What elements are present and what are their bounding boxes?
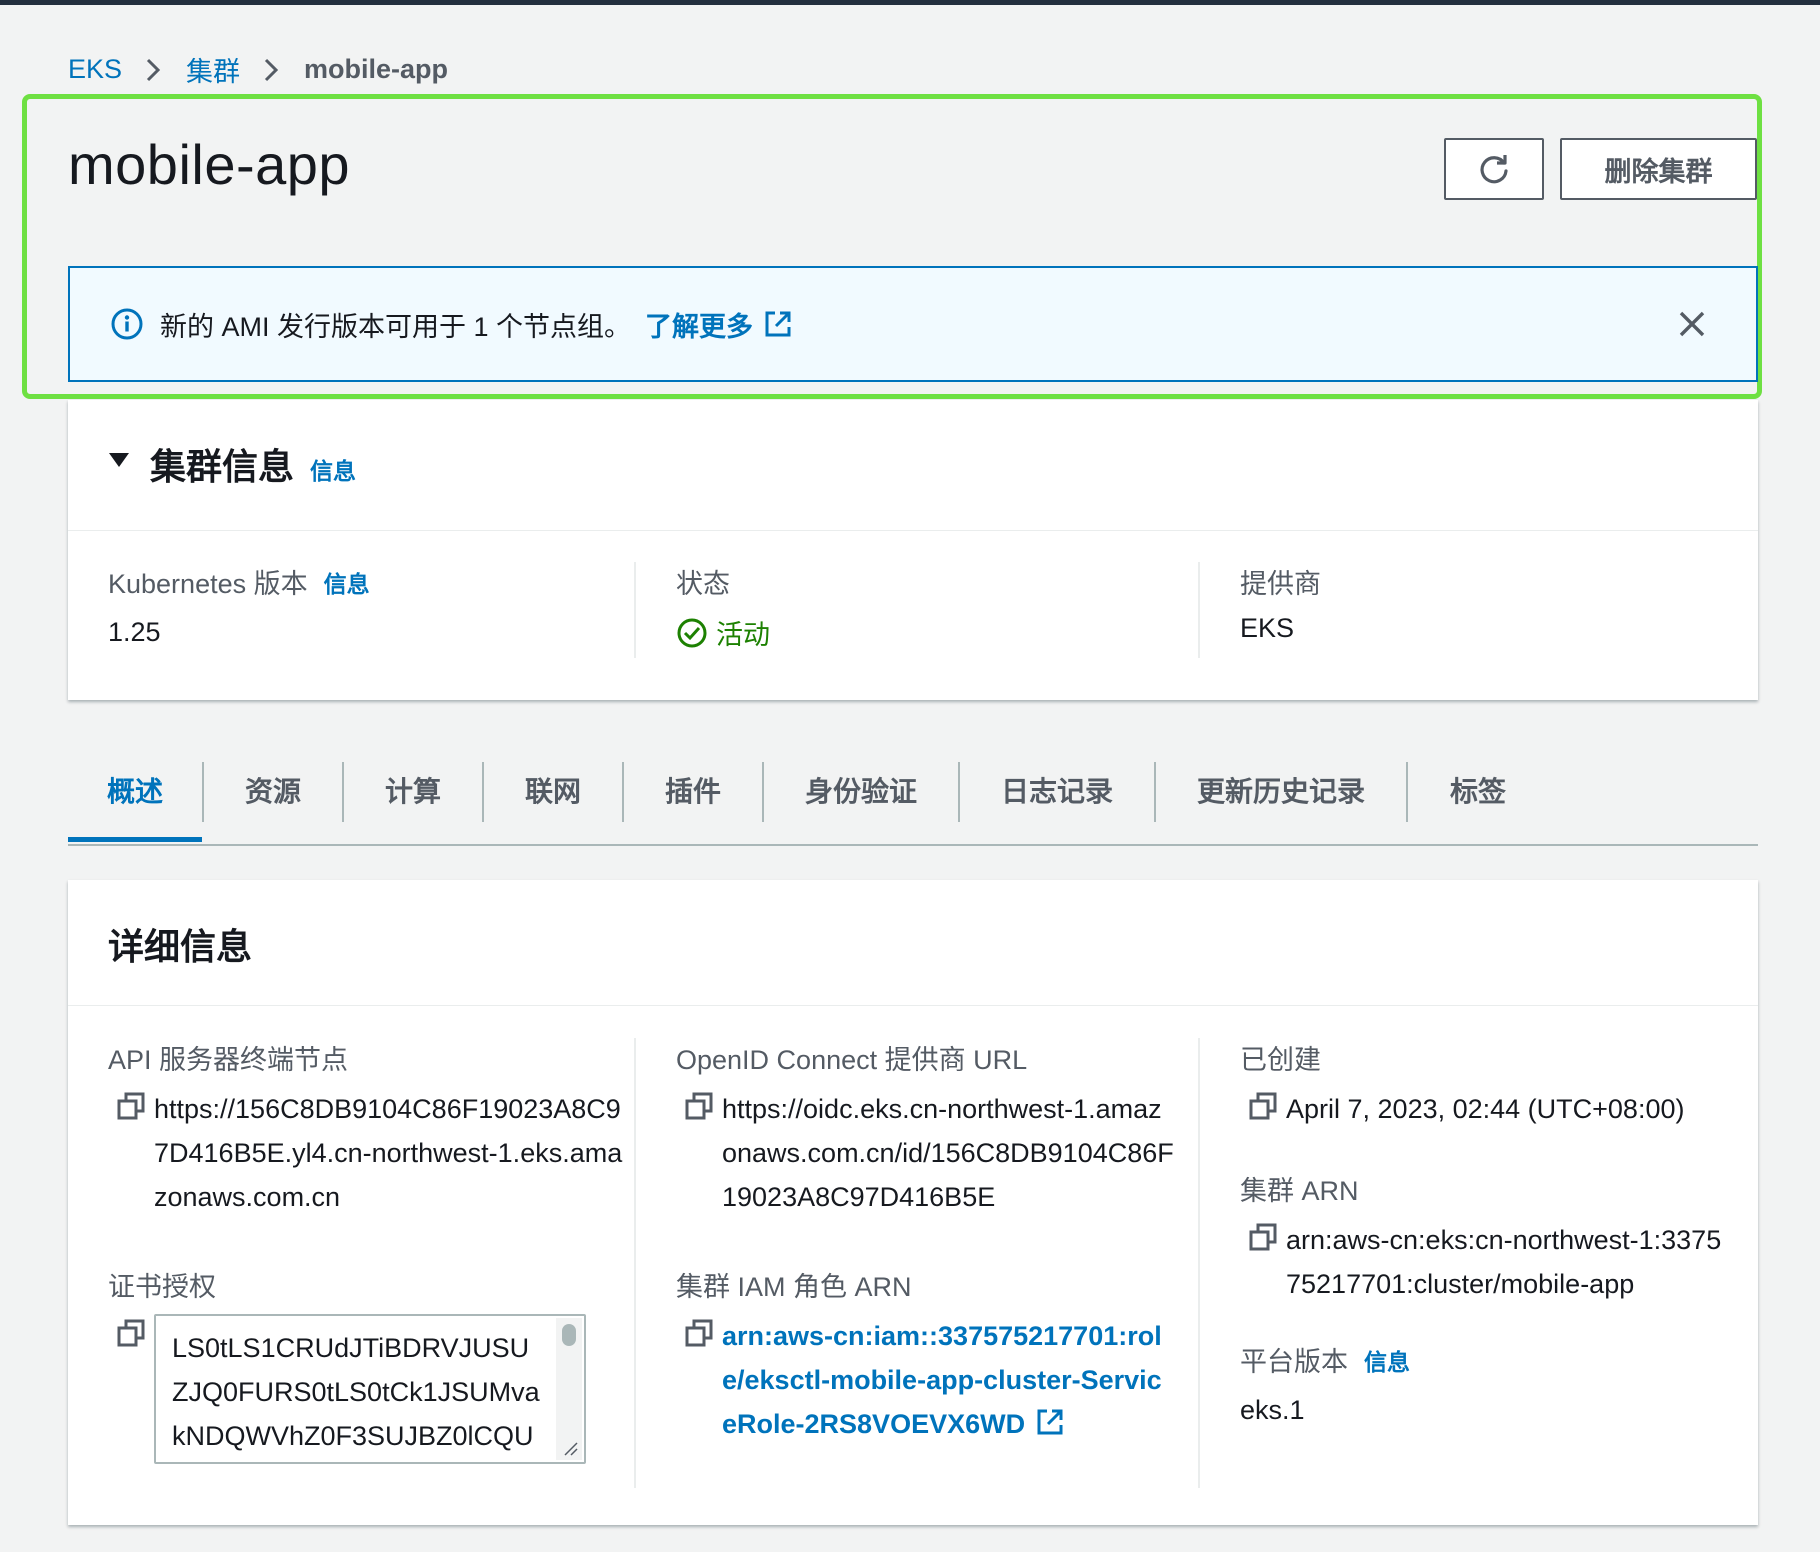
oidc-url-row: https://oidc.eks.cn-northwest-1.amazonaw… <box>676 1087 1174 1219</box>
cluster-arn-label: 集群 ARN <box>1240 1176 1359 1206</box>
copy-icon[interactable] <box>1248 1091 1278 1121</box>
api-endpoint-row: https://156C8DB9104C86F19023A8C97D416B5E… <box>108 1087 634 1219</box>
api-endpoint-value: https://156C8DB9104C86F19023A8C97D416B5E… <box>154 1087 634 1219</box>
tab-logging[interactable]: 日志记录 <box>960 740 1154 840</box>
platform-version-label: 平台版本 <box>1240 1347 1348 1377</box>
provider-value: EKS <box>1240 613 1295 643</box>
tab-compute[interactable]: 计算 <box>344 740 482 840</box>
details-title: 详细信息 <box>108 926 253 967</box>
details-column-1: API 服务器终端节点 https://156C8DB9104C86F19023… <box>68 1038 634 1488</box>
status-text: 活动 <box>716 620 770 650</box>
copy-icon[interactable] <box>684 1318 714 1348</box>
cluster-info-fields: Kubernetes 版本 信息 1.25 状态 活动 提供商 EKS <box>68 562 1758 672</box>
copy-icon[interactable] <box>116 1318 146 1348</box>
api-endpoint-label: API 服务器终端节点 <box>108 1045 349 1075</box>
provider-label: 提供商 <box>1240 569 1321 599</box>
top-bar <box>0 0 1820 5</box>
oidc-url-label: OpenID Connect 提供商 URL <box>676 1045 1028 1075</box>
details-column-3: 已创建 April 7, 2023, 02:44 (UTC+08:00) 集群 … <box>1198 1038 1758 1488</box>
kubernetes-version-info-link[interactable]: 信息 <box>324 565 370 599</box>
cluster-info-header[interactable]: 集群信息 信息 <box>68 400 1758 531</box>
oidc-url-value: https://oidc.eks.cn-northwest-1.amazonaw… <box>722 1094 1174 1212</box>
created-label: 已创建 <box>1240 1045 1321 1075</box>
status-label: 状态 <box>676 569 730 599</box>
tab-add-ons[interactable]: 插件 <box>624 740 762 840</box>
page-title: mobile-app <box>68 133 351 196</box>
learn-more-label: 了解更多 <box>645 311 754 342</box>
refresh-button[interactable] <box>1444 138 1544 200</box>
certificate-authority-row: LS0tLS1CRUdJTiBDRVJUSUZJQ0FURS0tLS0tCk1J… <box>108 1314 634 1464</box>
chevron-right-icon <box>146 58 161 81</box>
kubernetes-version-field: Kubernetes 版本 信息 1.25 <box>68 562 634 672</box>
breadcrumb-eks[interactable]: EKS <box>68 54 122 85</box>
iam-role-arn-row: arn:aws-cn:iam::337575217701:role/eksctl… <box>676 1314 1174 1446</box>
breadcrumb-clusters[interactable]: 集群 <box>186 50 240 89</box>
details-header: 详细信息 <box>68 880 1758 1006</box>
details-fields: API 服务器终端节点 https://156C8DB9104C86F19023… <box>68 1038 1758 1488</box>
platform-version-value: eks.1 <box>1240 1395 1305 1425</box>
chevron-right-icon <box>264 58 279 81</box>
details-column-2: OpenID Connect 提供商 URL https://oidc.eks.… <box>634 1038 1198 1488</box>
cluster-info-panel: 集群信息 信息 Kubernetes 版本 信息 1.25 状态 活动 提供商 … <box>68 400 1758 700</box>
delete-cluster-button[interactable]: 删除集群 <box>1560 138 1757 200</box>
ami-update-notification: 新的 AMI 发行版本可用于 1 个节点组。 了解更多 <box>68 266 1758 382</box>
iam-role-arn-text: arn:aws-cn:iam::337575217701:role/eksctl… <box>722 1321 1162 1439</box>
refresh-icon <box>1480 155 1508 184</box>
external-link-icon <box>1037 1409 1063 1435</box>
cluster-tabs: 概述 资源 计算 联网 插件 身份验证 日志记录 更新历史记录 标签 <box>68 740 1758 846</box>
learn-more-link[interactable]: 了解更多 <box>645 305 793 344</box>
close-icon[interactable] <box>1672 304 1712 344</box>
scrollbar[interactable] <box>556 1318 582 1460</box>
tab-overview[interactable]: 概述 <box>68 740 202 842</box>
notification-message: 新的 AMI 发行版本可用于 1 个节点组。 <box>160 311 632 342</box>
platform-version-header: 平台版本 信息 <box>1240 1340 1734 1379</box>
copy-icon[interactable] <box>116 1091 146 1121</box>
certificate-authority-value: LS0tLS1CRUdJTiBDRVJUSUZJQ0FURS0tLS0tCk1J… <box>172 1333 540 1451</box>
cluster-info-title: 集群信息 <box>150 446 295 487</box>
resize-handle-icon[interactable] <box>562 1440 578 1456</box>
copy-icon[interactable] <box>1248 1222 1278 1252</box>
platform-version-info-link[interactable]: 信息 <box>1364 1343 1410 1377</box>
provider-field: 提供商 EKS <box>1198 562 1758 658</box>
copy-icon[interactable] <box>684 1091 714 1121</box>
iam-role-arn-link[interactable]: arn:aws-cn:iam::337575217701:role/eksctl… <box>722 1314 1174 1446</box>
tab-networking[interactable]: 联网 <box>484 740 622 840</box>
kubernetes-version-value: 1.25 <box>108 617 161 647</box>
tab-resources[interactable]: 资源 <box>204 740 342 840</box>
scrollbar-thumb[interactable] <box>562 1324 576 1346</box>
caret-down-icon[interactable] <box>108 450 130 470</box>
certificate-authority-textarea[interactable]: LS0tLS1CRUdJTiBDRVJUSUZJQ0FURS0tLS0tCk1J… <box>154 1314 586 1464</box>
api-endpoint-text: https://156C8DB9104C86F19023A8C97D416B5E… <box>154 1094 623 1212</box>
tab-update-history[interactable]: 更新历史记录 <box>1156 740 1406 840</box>
cluster-arn-value: arn:aws-cn:eks:cn-northwest-1:3375752177… <box>1286 1225 1722 1299</box>
cluster-info-info-link[interactable]: 信息 <box>310 452 356 486</box>
iam-role-arn-label: 集群 IAM 角色 ARN <box>676 1272 912 1302</box>
tab-tags[interactable]: 标签 <box>1408 740 1548 840</box>
status-value: 活动 <box>676 613 1198 652</box>
info-icon <box>111 308 143 340</box>
breadcrumb-current: mobile-app <box>304 54 449 84</box>
created-value: April 7, 2023, 02:44 (UTC+08:00) <box>1286 1094 1685 1124</box>
cluster-arn-row: arn:aws-cn:eks:cn-northwest-1:3375752177… <box>1240 1218 1734 1306</box>
kubernetes-version-label: Kubernetes 版本 <box>108 569 308 599</box>
created-row: April 7, 2023, 02:44 (UTC+08:00) <box>1240 1087 1734 1131</box>
status-field: 状态 活动 <box>634 562 1198 658</box>
external-link-icon <box>765 311 791 337</box>
certificate-authority-label: 证书授权 <box>108 1272 216 1302</box>
status-check-icon <box>677 618 707 647</box>
tab-authentication[interactable]: 身份验证 <box>764 740 958 840</box>
breadcrumb: EKS 集群 mobile-app <box>68 50 448 89</box>
details-panel: 详细信息 API 服务器终端节点 https://156C8DB9104C86F… <box>68 880 1758 1525</box>
